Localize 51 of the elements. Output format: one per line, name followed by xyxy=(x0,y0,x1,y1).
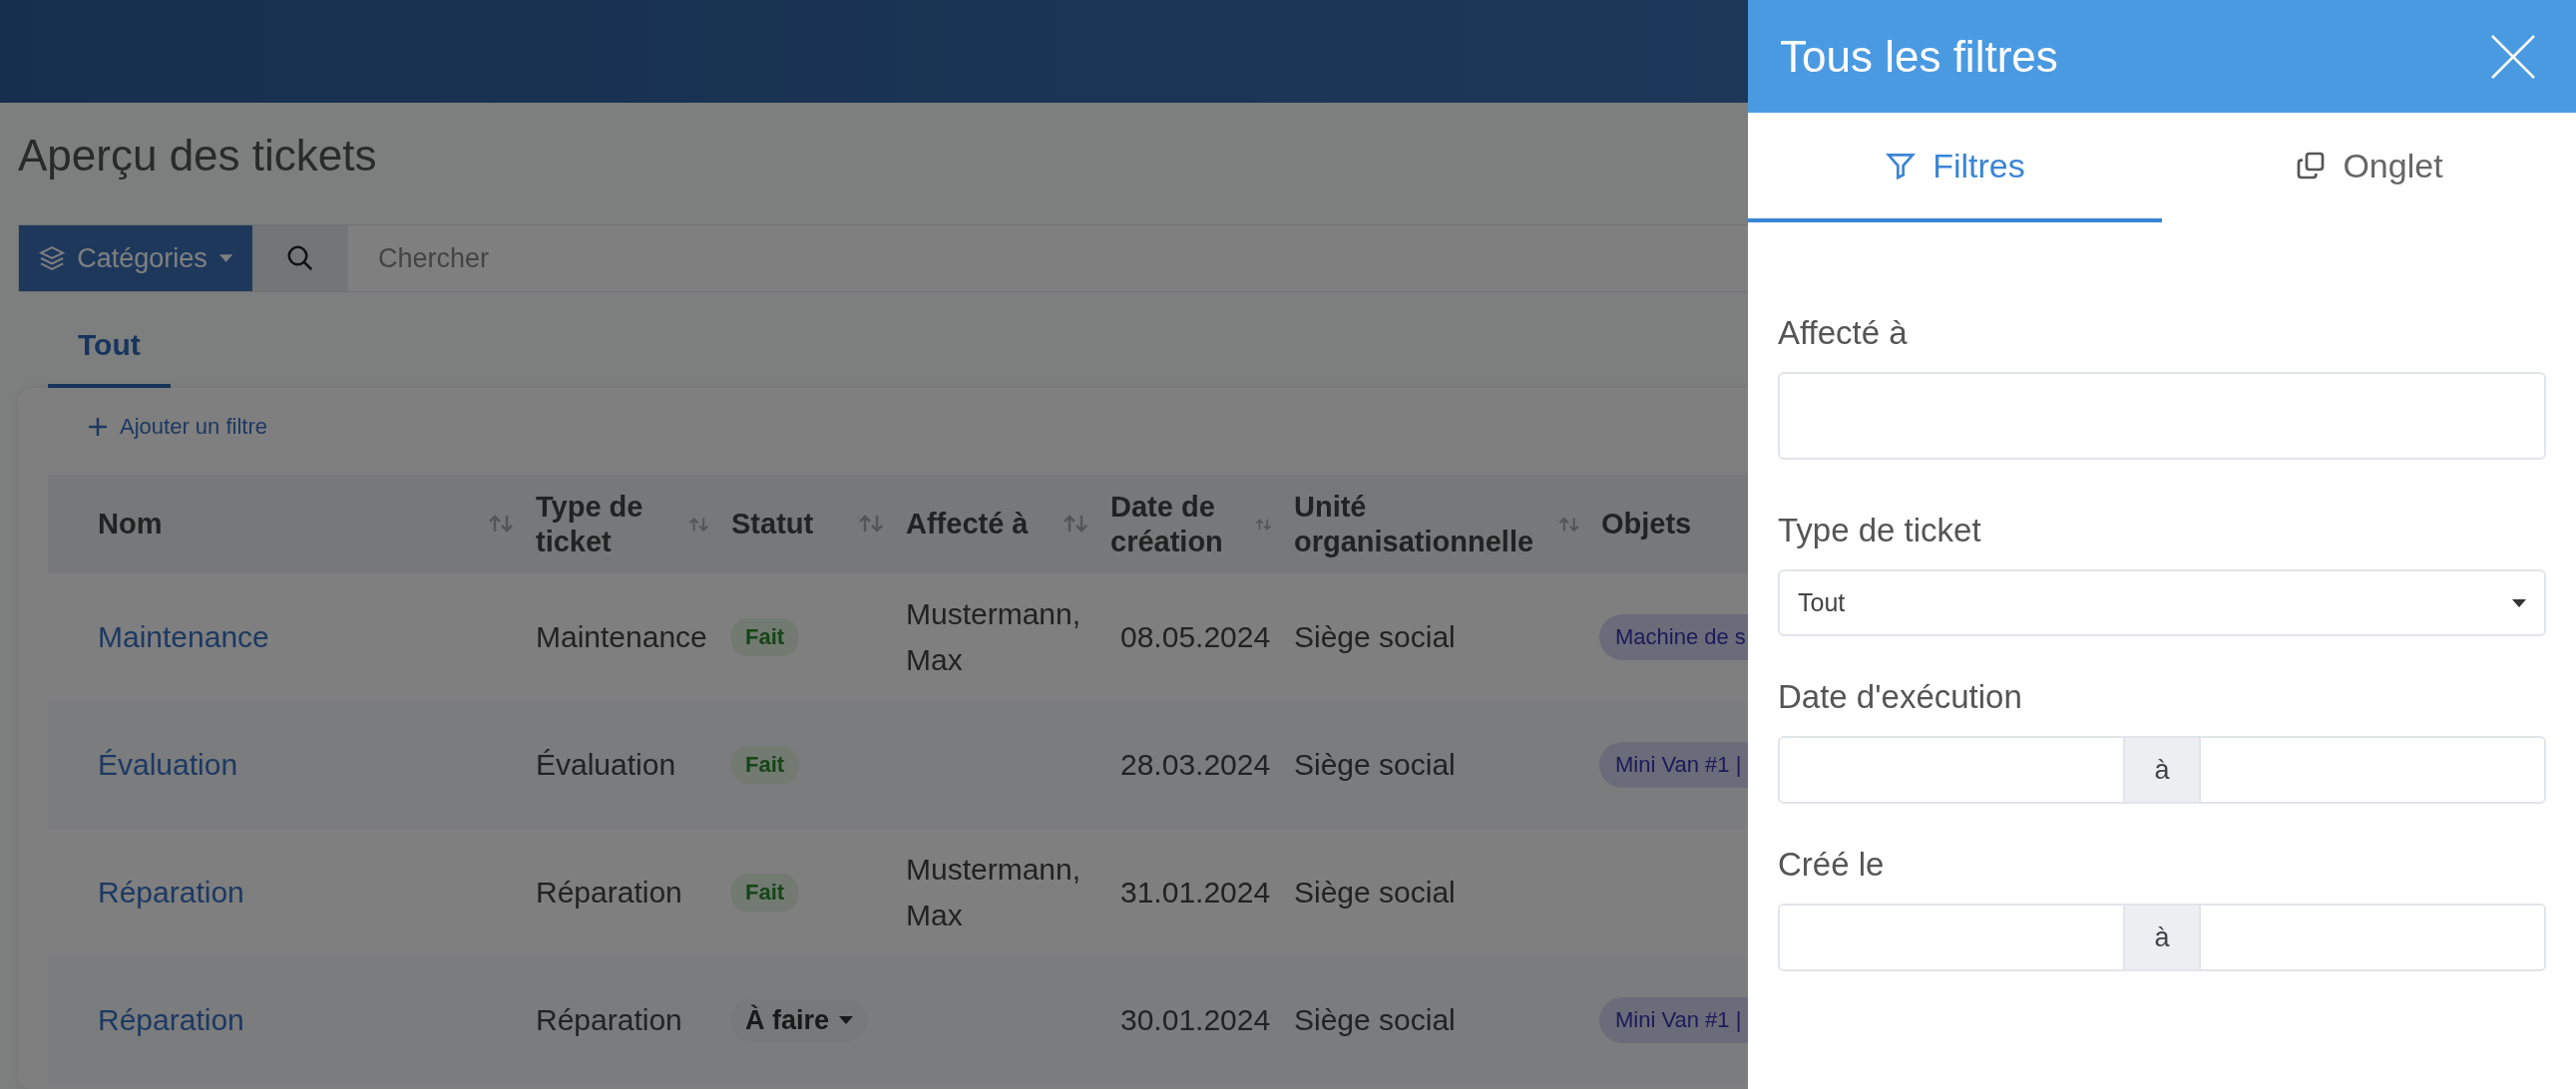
input-field[interactable] xyxy=(1778,372,2546,460)
date-range-field[interactable]: à xyxy=(1778,736,2546,804)
field-label: Date d'exécution xyxy=(1778,678,2023,716)
field-label: Créé le xyxy=(1778,846,1886,884)
panel-tab[interactable]: Filtres xyxy=(1748,113,2162,222)
ticket-link[interactable]: Évaluation xyxy=(48,748,526,782)
column-header: Type de ticket xyxy=(536,489,644,559)
ticket-link[interactable]: Réparation xyxy=(48,1003,526,1037)
table-cell-text: 08.05.2024 xyxy=(1119,618,1272,655)
table-cell-text: Évaluation xyxy=(535,746,677,783)
select-field[interactable]: Tout xyxy=(1778,569,2546,636)
date-range-field[interactable]: à xyxy=(1778,904,2546,971)
range-separator: à xyxy=(2123,906,2201,969)
table-cell-text: Réparation xyxy=(535,874,683,910)
column-header: Affecté à xyxy=(906,507,1029,542)
ticket-link[interactable]: Maintenance xyxy=(48,620,526,654)
column-header: Unité organisationnelle xyxy=(1294,489,1535,559)
column-header: Nom xyxy=(98,507,163,542)
sort-icon[interactable] xyxy=(858,514,884,535)
table-cell-text: Siège social xyxy=(1293,1001,1457,1038)
table-cell-text: 31.01.2024 xyxy=(1119,874,1272,910)
table-cell-text: Mustermann, Max xyxy=(905,595,1082,678)
table-cell-text: 28.03.2024 xyxy=(1119,746,1272,783)
page-title: Aperçu des tickets xyxy=(18,131,377,181)
table-cell-text: Réparation xyxy=(535,1001,683,1038)
table-cell-text: Siège social xyxy=(1293,874,1457,910)
range-separator: à xyxy=(2123,738,2201,802)
caret-icon xyxy=(839,1016,854,1024)
sort-icon[interactable] xyxy=(1063,514,1088,535)
field-label: Type de ticket xyxy=(1778,512,1982,549)
sort-icon[interactable] xyxy=(488,514,514,535)
table-cell-text: Mustermann, Max xyxy=(905,851,1082,933)
ticket-link[interactable]: Réparation xyxy=(48,876,526,909)
status-badge: Fait xyxy=(731,618,799,656)
close-icon xyxy=(2490,33,2536,80)
field-label: Affecté à xyxy=(1778,314,1909,352)
status-badge: Fait xyxy=(731,746,799,784)
panel-tab[interactable]: Onglet xyxy=(2162,113,2576,222)
panel-title: Tous les filtres xyxy=(1780,31,2058,82)
column-header: Statut xyxy=(731,507,814,542)
table-cell-text: Maintenance xyxy=(535,618,708,655)
table-cell-text: 30.01.2024 xyxy=(1119,1001,1272,1038)
column-header: Objets xyxy=(1601,507,1692,542)
table-cell-text: Siège social xyxy=(1293,746,1457,783)
close-button[interactable] xyxy=(2490,33,2536,80)
status-badge: Fait xyxy=(731,874,799,911)
plus-icon xyxy=(88,417,108,437)
column-header: Date de création xyxy=(1110,489,1224,559)
table-cell-text: Siège social xyxy=(1293,618,1457,655)
add-filter-link[interactable]: Ajouter un filtre xyxy=(88,414,267,440)
caret-icon xyxy=(2512,598,2526,607)
